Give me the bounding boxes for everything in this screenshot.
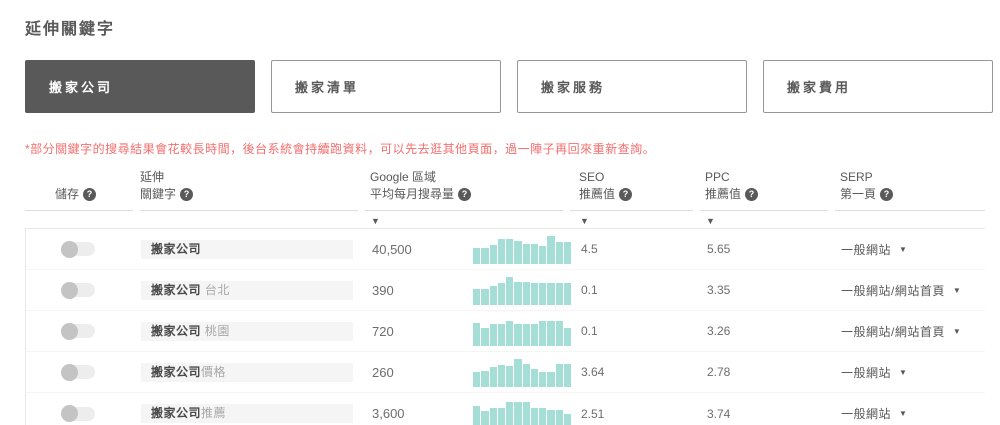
chevron-down-icon: ▼ <box>899 244 908 254</box>
serp-type-dropdown[interactable]: 一般網站/網站首頁 ▼ <box>836 323 986 340</box>
help-icon[interactable]: ? <box>180 188 194 201</box>
search-volume: 260 <box>372 364 394 380</box>
trend-chart <box>473 275 571 305</box>
seo-score: 0.1 <box>581 283 598 297</box>
help-icon[interactable]: ? <box>458 188 472 201</box>
keyword-chip: 搬家公司價格 <box>141 362 353 382</box>
table-header: 儲存? 延伸 關鍵字? Google 區域 平均每月搜尋量? SEO 推薦值? … <box>25 169 985 211</box>
sort-ppc-icon[interactable]: ▼ <box>706 216 715 226</box>
header-ppc: PPC 推薦值? <box>700 169 828 211</box>
chevron-down-icon: ▼ <box>952 285 962 295</box>
tab-keyword-4[interactable]: 搬家費用 <box>763 60 993 113</box>
header-keyword: 延伸 關鍵字? <box>140 169 358 211</box>
toggle-knob <box>61 363 78 381</box>
table-row: 搬家公司推薦 3,600 2.51 3.74 一般網站 ▼ <box>26 393 985 425</box>
table-row: 搬家公司 40,500 4.5 5.65 一般網站 ▼ <box>26 229 985 270</box>
page-title: 延伸關鍵字 <box>25 21 116 38</box>
save-toggle[interactable] <box>61 363 95 381</box>
ppc-score: 3.74 <box>707 406 731 421</box>
help-icon[interactable]: ? <box>83 188 97 201</box>
trend-chart <box>473 399 571 425</box>
keyword-chip: 搬家公司 台北 <box>141 280 353 300</box>
serp-type-dropdown[interactable]: 一般網站 ▼ <box>836 364 986 381</box>
search-volume: 3,600 <box>372 406 405 421</box>
keywords-table: 儲存? 延伸 關鍵字? Google 區域 平均每月搜尋量? SEO 推薦值? … <box>25 169 985 425</box>
tab-keyword-3[interactable]: 搬家服務 <box>517 60 747 113</box>
keyword-chip: 搬家公司推薦 <box>141 404 353 423</box>
save-toggle[interactable] <box>61 281 95 299</box>
header-serp: SERP 第一頁? <box>835 169 985 211</box>
chevron-down-icon: ▼ <box>899 409 908 418</box>
ppc-score: 3.35 <box>707 283 731 297</box>
save-toggle[interactable] <box>61 240 95 258</box>
tab-keyword-1[interactable]: 搬家公司 <box>25 60 255 113</box>
table-row: 搬家公司 桃園 720 0.1 3.26 一般網站/網站首頁 ▼ <box>26 311 985 352</box>
help-icon[interactable]: ? <box>880 188 894 201</box>
table-row: 搬家公司 台北 390 0.1 3.35 一般網站/網站首頁 ▼ <box>26 270 985 311</box>
table-body: 搬家公司 40,500 4.5 5.65 一般網站 ▼ 搬家公司 台北 390 0… <box>25 228 985 425</box>
help-icon[interactable]: ? <box>619 188 633 201</box>
seo-score: 4.5 <box>581 242 598 256</box>
header-volume: Google 區域 平均每月搜尋量? <box>365 169 563 211</box>
keyword-chip: 搬家公司 <box>141 239 353 259</box>
search-volume: 720 <box>372 323 394 339</box>
toggle-knob <box>61 322 78 340</box>
sort-volume-icon[interactable]: ▼ <box>371 216 380 226</box>
trend-chart <box>473 234 571 264</box>
serp-type-dropdown[interactable]: 一般網站/網站首頁 ▼ <box>836 282 986 299</box>
chevron-down-icon: ▼ <box>952 326 962 336</box>
header-save: 儲存? <box>25 169 133 211</box>
tab-keyword-2[interactable]: 搬家清單 <box>271 60 501 113</box>
save-toggle[interactable] <box>61 322 95 340</box>
keyword-tabs: 搬家公司 搬家清單 搬家服務 搬家費用 <box>25 60 1000 113</box>
serp-type-dropdown[interactable]: 一般網站 ▼ <box>836 405 986 422</box>
chevron-down-icon: ▼ <box>899 367 908 377</box>
sort-row: ▼ ▼ ▼ <box>25 211 985 228</box>
ppc-score: 2.78 <box>707 365 731 379</box>
trend-chart <box>473 357 571 387</box>
help-icon[interactable]: ? <box>745 188 759 201</box>
seo-score: 2.51 <box>581 406 605 421</box>
seo-score: 3.64 <box>581 365 605 379</box>
serp-type-dropdown[interactable]: 一般網站 ▼ <box>836 241 986 258</box>
keyword-research-page: 延伸關鍵字 搬家公司 搬家清單 搬家服務 搬家費用 *部分關鍵字的搜尋結果會花較… <box>0 0 1000 425</box>
trend-chart <box>473 316 571 346</box>
sort-seo-icon[interactable]: ▼ <box>580 216 589 226</box>
header-seo: SEO 推薦值? <box>570 169 693 211</box>
toggle-knob <box>61 281 78 299</box>
seo-score: 0.1 <box>581 324 598 338</box>
search-volume: 40,500 <box>372 241 412 257</box>
ppc-score: 5.65 <box>707 242 731 256</box>
toggle-knob <box>61 240 78 258</box>
table-row: 搬家公司價格 260 3.64 2.78 一般網站 ▼ <box>26 352 985 393</box>
save-toggle[interactable] <box>61 405 95 422</box>
ppc-score: 3.26 <box>707 324 731 338</box>
keyword-chip: 搬家公司 桃園 <box>141 321 353 341</box>
search-volume: 390 <box>372 282 394 298</box>
toggle-knob <box>61 405 78 422</box>
loading-warning-text: *部分關鍵字的搜尋結果會花較長時間，後台系統會持續跑資料，可以先去逛其他頁面，過… <box>25 142 656 156</box>
